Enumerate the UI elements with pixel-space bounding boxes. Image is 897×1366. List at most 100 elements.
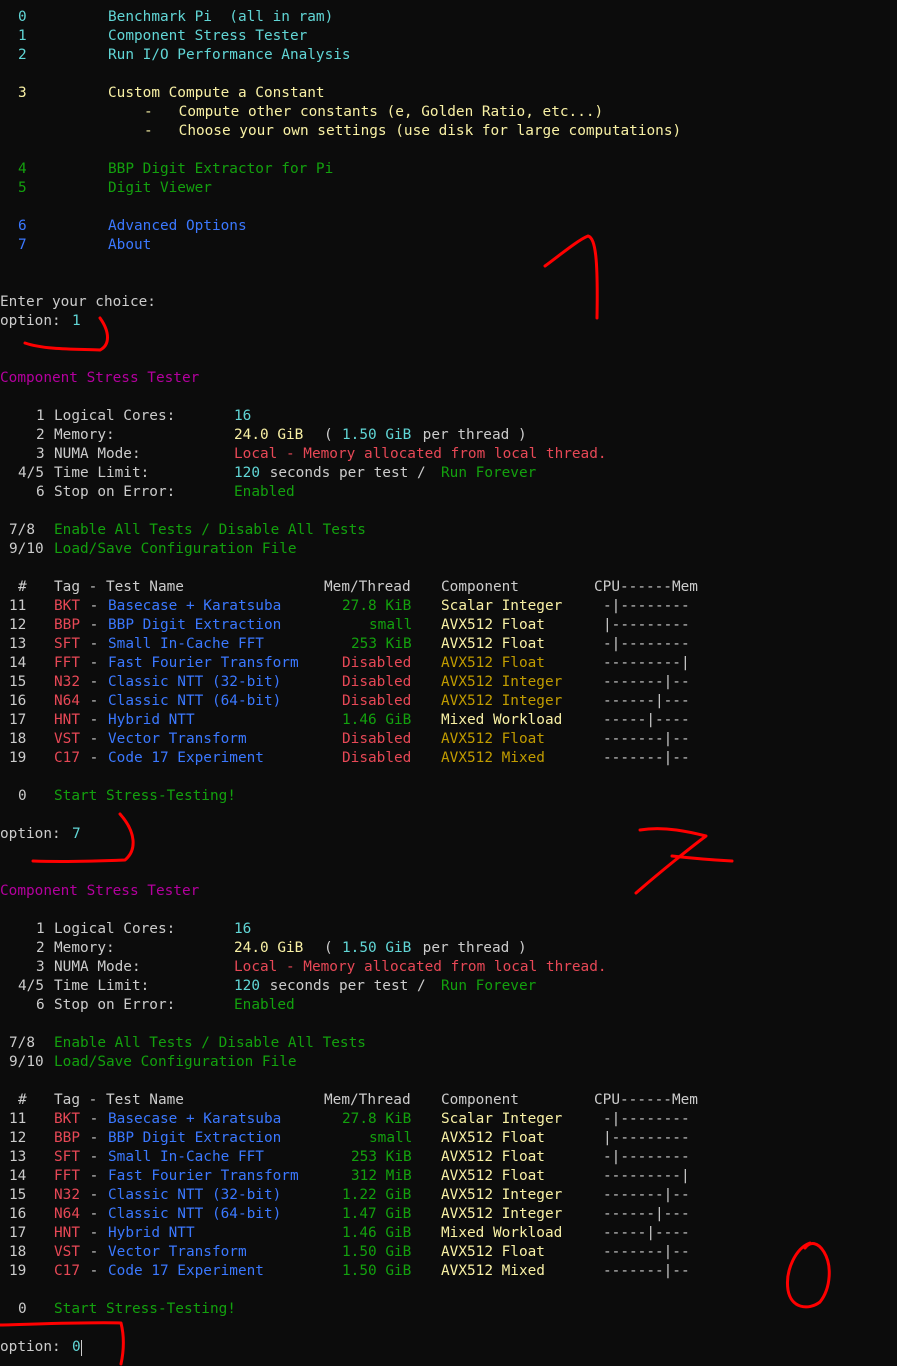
setting-label: Logical Cores: bbox=[54, 921, 176, 937]
cpu-mem-bar: -------|-- bbox=[603, 750, 690, 766]
setting-number: 2 bbox=[36, 427, 45, 443]
option-input[interactable]: 7 bbox=[72, 825, 81, 844]
cpu-mem-bar: -------|-- bbox=[603, 1263, 690, 1279]
test-component: AVX512 Float bbox=[441, 617, 545, 633]
test-number: 13 bbox=[9, 1149, 27, 1165]
test-component: AVX512 Integer bbox=[441, 1187, 563, 1203]
setting-number: 6 bbox=[36, 484, 45, 500]
test-tag: C17 bbox=[54, 750, 80, 766]
per-thread-text: per thread ) bbox=[414, 427, 527, 443]
option-input[interactable]: 1 bbox=[72, 312, 81, 331]
test-mem: Disabled bbox=[342, 731, 412, 747]
cpu-mem-bar: -|-------- bbox=[603, 598, 690, 614]
menu-label: About bbox=[108, 237, 152, 253]
test-mem: Disabled bbox=[342, 674, 412, 690]
menu-number: 6 bbox=[18, 218, 27, 234]
test-mem: 1.22 GiB bbox=[342, 1187, 412, 1203]
mem-per-thread: 1.50 GiB bbox=[342, 940, 412, 956]
menu-label: BBP Digit Extractor for Pi bbox=[108, 161, 334, 177]
run-forever: Run Forever bbox=[441, 465, 537, 481]
test-tag: N64 bbox=[54, 1206, 80, 1222]
test-name: Classic NTT (64-bit) bbox=[108, 1206, 282, 1222]
test-number: 11 bbox=[9, 1111, 27, 1127]
setting-number: 1 bbox=[36, 408, 45, 424]
prompt-label: option: bbox=[0, 313, 70, 329]
sub-label: - Choose your own settings (use disk for… bbox=[144, 123, 682, 139]
option-input[interactable]: 0 bbox=[72, 1338, 81, 1357]
test-number: 18 bbox=[9, 731, 27, 747]
menu-number: 3 bbox=[18, 85, 27, 101]
config-label: Load/Save Configuration File bbox=[54, 541, 297, 557]
setting-number: 1 bbox=[36, 921, 45, 937]
setting-number: 7/8 bbox=[9, 1035, 35, 1051]
time-text: seconds per test / bbox=[261, 465, 435, 481]
test-tag: N64 bbox=[54, 693, 80, 709]
test-component: Mixed Workload bbox=[441, 712, 563, 728]
dash: - bbox=[81, 617, 107, 633]
test-name: Basecase + Karatsuba bbox=[108, 598, 282, 614]
start-label: Start Stress-Testing! bbox=[54, 788, 236, 804]
setting-label: Memory: bbox=[54, 427, 115, 443]
menu-label: Run I/O Performance Analysis bbox=[108, 47, 351, 63]
paren: ( bbox=[324, 427, 342, 443]
setting-number: 4/5 bbox=[18, 978, 44, 994]
header-tag: Tag - Test Name bbox=[54, 579, 184, 595]
stress-title-text: Component Stress Tester bbox=[0, 883, 200, 899]
test-component: Scalar Integer bbox=[441, 1111, 563, 1127]
test-tag: BBP bbox=[54, 617, 80, 633]
setting-label: Logical Cores: bbox=[54, 408, 176, 424]
test-number: 16 bbox=[9, 1206, 27, 1222]
time-value: 120 bbox=[234, 465, 260, 481]
time-value: 120 bbox=[234, 978, 260, 994]
test-mem: Disabled bbox=[342, 693, 412, 709]
dash: - bbox=[81, 674, 107, 690]
prompt-label: option: bbox=[0, 1339, 70, 1355]
prompt-label: option: bbox=[0, 826, 70, 842]
setting-number: 0 bbox=[18, 788, 27, 804]
test-tag: HNT bbox=[54, 1225, 80, 1241]
header-num: # bbox=[18, 1092, 27, 1108]
cpu-mem-bar: ---------| bbox=[603, 655, 690, 671]
terminal-window[interactable]: 0 Benchmark Pi (all in ram) 1 Component Str… bbox=[0, 0, 897, 1366]
cpu-mem-bar: -----|---- bbox=[603, 712, 690, 728]
test-number: 15 bbox=[9, 1187, 27, 1203]
cpu-mem-bar: ------|--- bbox=[603, 693, 690, 709]
menu-number: 2 bbox=[18, 47, 27, 63]
test-mem: 1.47 GiB bbox=[342, 1206, 412, 1222]
dash: - bbox=[81, 731, 107, 747]
test-name: Code 17 Experiment bbox=[108, 750, 264, 766]
test-name: Fast Fourier Transform bbox=[108, 655, 299, 671]
dash: - bbox=[81, 712, 107, 728]
menu-label: Benchmark Pi (all in ram) bbox=[108, 9, 334, 25]
test-component: Mixed Workload bbox=[441, 1225, 563, 1241]
test-number: 13 bbox=[9, 636, 27, 652]
test-mem: small bbox=[369, 1130, 413, 1146]
test-number: 11 bbox=[9, 598, 27, 614]
test-tag: FFT bbox=[54, 1168, 80, 1184]
setting-number: 3 bbox=[36, 959, 45, 975]
numa-value: Local - Memory allocated from local thre… bbox=[234, 959, 607, 975]
setting-number: 0 bbox=[18, 1301, 27, 1317]
test-number: 18 bbox=[9, 1244, 27, 1260]
test-tag: N32 bbox=[54, 1187, 80, 1203]
paren: ( bbox=[324, 940, 342, 956]
test-name: Basecase + Karatsuba bbox=[108, 1111, 282, 1127]
menu-label: Digit Viewer bbox=[108, 180, 212, 196]
setting-label: Memory: bbox=[54, 940, 115, 956]
menu-number: 7 bbox=[18, 237, 27, 253]
test-number: 17 bbox=[9, 1225, 27, 1241]
cpu-mem-bar: -|-------- bbox=[603, 636, 690, 652]
header-num: # bbox=[18, 579, 27, 595]
cpu-mem-bar: |--------- bbox=[603, 1130, 690, 1146]
dash: - bbox=[81, 1244, 107, 1260]
cpu-mem-bar: -|-------- bbox=[603, 1149, 690, 1165]
test-name: BBP Digit Extraction bbox=[108, 1130, 282, 1146]
header-tag: Tag - Test Name bbox=[54, 1092, 184, 1108]
cores-value: 16 bbox=[234, 921, 252, 937]
toggle-label: Enable All Tests / Disable All Tests bbox=[54, 522, 366, 538]
dash: - bbox=[81, 1263, 107, 1279]
text-cursor bbox=[81, 1340, 82, 1356]
test-mem: 253 KiB bbox=[351, 636, 412, 652]
stop-value: Enabled bbox=[234, 484, 295, 500]
numa-value: Local - Memory allocated from local thre… bbox=[234, 446, 607, 462]
